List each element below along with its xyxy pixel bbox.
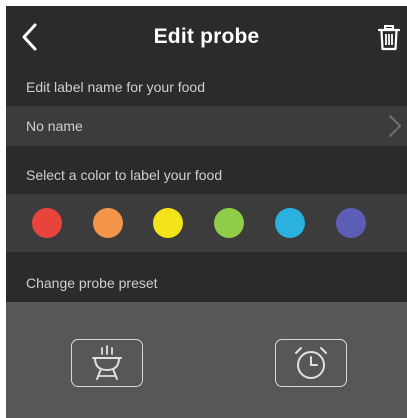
alarm-clock-icon <box>295 347 327 379</box>
timer-preset-button[interactable] <box>275 339 347 387</box>
grill-preset-button[interactable] <box>71 339 143 387</box>
label-section-heading: Edit label name for your food <box>26 79 205 95</box>
preset-panel <box>6 302 407 418</box>
color-swatch-yellow[interactable] <box>153 208 183 238</box>
color-picker <box>6 194 407 252</box>
page-title: Edit probe <box>153 25 260 48</box>
label-name-value: No name <box>26 118 83 134</box>
color-section-heading: Select a color to label your food <box>26 167 223 183</box>
grill-icon <box>92 345 122 380</box>
color-swatch-red[interactable] <box>32 208 62 238</box>
header-bar: Edit probe <box>6 6 407 68</box>
chevron-left-icon <box>22 23 37 51</box>
delete-button[interactable] <box>376 23 402 53</box>
chevron-right-icon <box>389 115 401 137</box>
back-button[interactable] <box>16 20 42 54</box>
color-swatch-orange[interactable] <box>93 208 123 238</box>
edit-probe-screen: Edit probe Edit label name for your food… <box>6 6 407 418</box>
color-swatch-green[interactable] <box>214 208 244 238</box>
color-swatch-blue[interactable] <box>275 208 305 238</box>
trash-icon <box>378 25 400 51</box>
label-name-field[interactable]: No name <box>6 106 407 146</box>
preset-section-heading: Change probe preset <box>26 275 158 291</box>
color-swatch-purple[interactable] <box>336 208 366 238</box>
